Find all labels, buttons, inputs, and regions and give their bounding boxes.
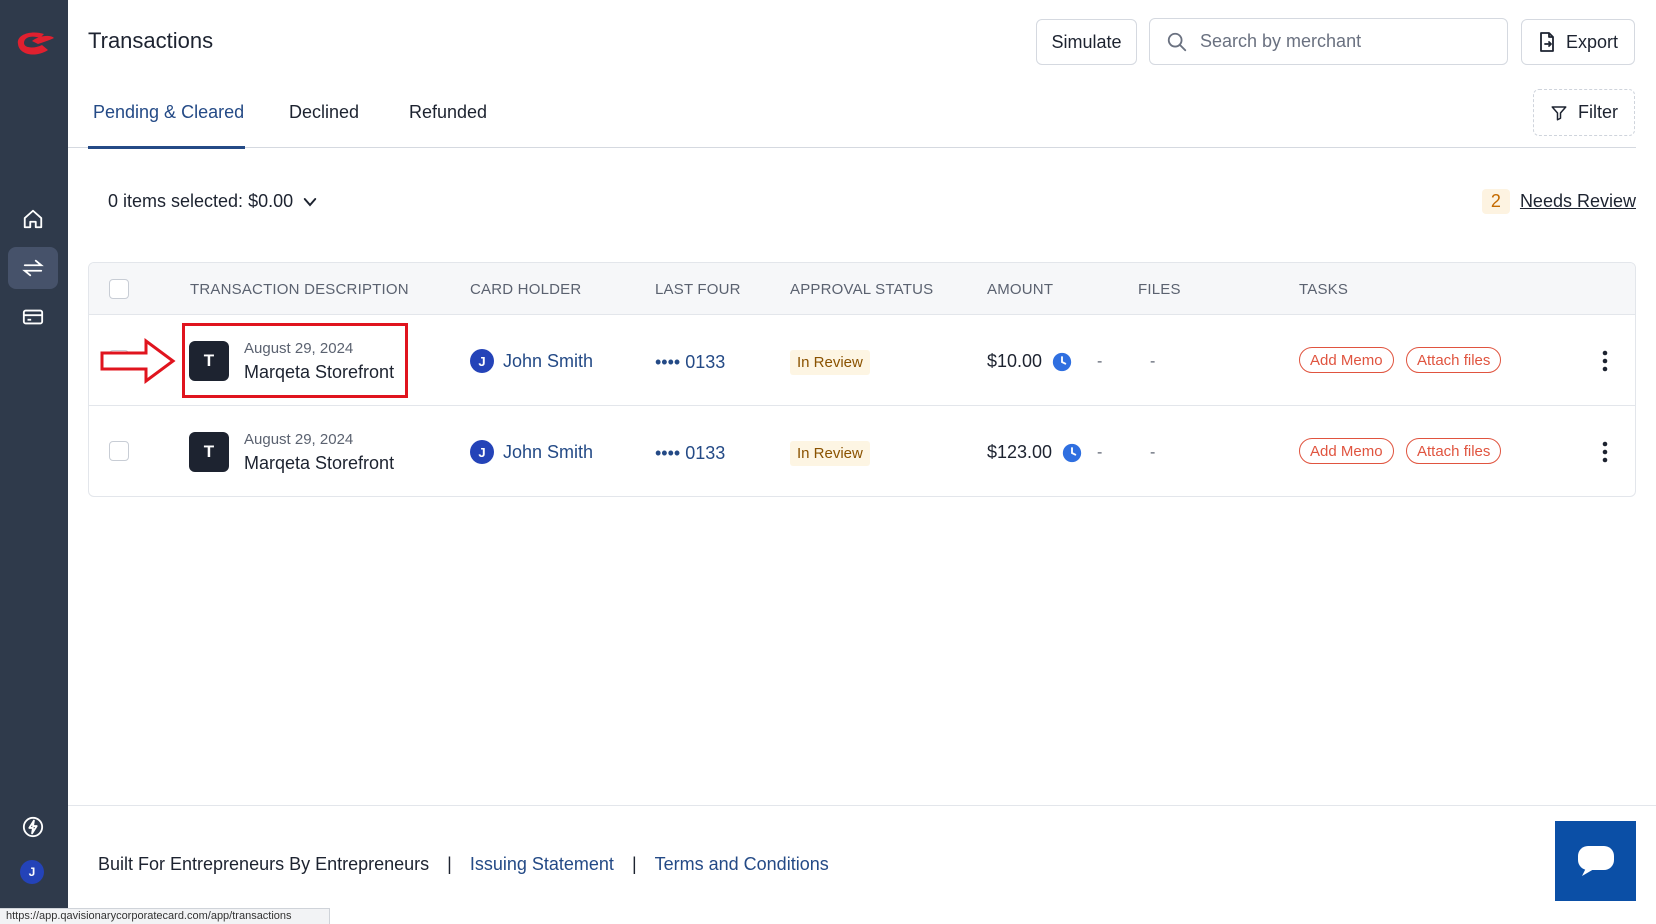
holder-name: John Smith bbox=[503, 441, 594, 462]
files-receipt: - bbox=[1097, 444, 1103, 461]
footer-divider bbox=[68, 805, 1656, 806]
card-holder-link[interactable]: J John Smith bbox=[470, 349, 593, 373]
column-header-approval-status[interactable]: APPROVAL STATUS bbox=[790, 281, 933, 298]
files-count: - bbox=[1150, 444, 1156, 461]
footer-tagline: Built For Entrepreneurs By Entrepreneurs bbox=[98, 854, 430, 874]
sidebar: J bbox=[0, 0, 68, 924]
holder-avatar: J bbox=[470, 349, 494, 373]
attach-files-button[interactable]: Attach files bbox=[1406, 438, 1502, 464]
column-header-files[interactable]: FILES bbox=[1138, 281, 1181, 298]
row-menu-button[interactable] bbox=[1593, 438, 1617, 466]
column-header-tasks[interactable]: TASKS bbox=[1299, 281, 1348, 298]
user-avatar[interactable]: J bbox=[20, 860, 44, 884]
tab-declined[interactable]: Declined bbox=[289, 102, 359, 123]
simulate-button[interactable]: Simulate bbox=[1036, 19, 1137, 65]
active-tab-indicator bbox=[88, 146, 245, 149]
tabs-divider bbox=[68, 147, 1636, 148]
nav-integrations[interactable] bbox=[8, 806, 58, 848]
selection-summary-text: 0 items selected: $0.00 bbox=[108, 191, 294, 211]
column-header-amount[interactable]: AMOUNT bbox=[987, 281, 1053, 298]
row-checkbox[interactable] bbox=[109, 441, 129, 461]
export-button[interactable]: Export bbox=[1521, 19, 1635, 65]
search-input[interactable] bbox=[1200, 31, 1490, 52]
chat-icon bbox=[1577, 846, 1614, 876]
filter-label: Filter bbox=[1578, 102, 1618, 122]
tab-pending-cleared[interactable]: Pending & Cleared bbox=[93, 102, 244, 123]
issuing-statement-link[interactable]: Issuing Statement bbox=[470, 854, 614, 875]
transaction-date: August 29, 2024 bbox=[244, 431, 354, 448]
needs-review-link[interactable]: Needs Review bbox=[1520, 191, 1636, 212]
selection-summary[interactable]: 0 items selected: $0.00 bbox=[108, 191, 319, 212]
row-menu-button[interactable] bbox=[1593, 347, 1617, 375]
filter-icon bbox=[1551, 105, 1567, 120]
amount: $123.00 bbox=[987, 442, 1082, 463]
nav-cards[interactable] bbox=[8, 296, 58, 338]
nav-home[interactable] bbox=[8, 198, 58, 240]
status-badge: In Review bbox=[790, 441, 870, 466]
add-memo-button[interactable]: Add Memo bbox=[1299, 347, 1394, 373]
column-header-last-four[interactable]: LAST FOUR bbox=[655, 281, 741, 298]
files-receipt: - bbox=[1097, 353, 1103, 370]
kebab-menu-icon bbox=[1602, 350, 1608, 372]
amount-value: $10.00 bbox=[987, 351, 1043, 371]
table-header: TRANSACTION DESCRIPTION CARD HOLDER LAST… bbox=[89, 263, 1635, 315]
nav-transactions[interactable] bbox=[8, 247, 58, 289]
needs-review: 2 Needs Review bbox=[1481, 189, 1636, 214]
annotation-highlight-box bbox=[182, 323, 408, 398]
footer-separator: | bbox=[447, 854, 452, 874]
column-header-card-holder[interactable]: CARD HOLDER bbox=[470, 281, 581, 298]
table-row[interactable]: T August 29, 2024 Marqeta Storefront J J… bbox=[89, 406, 1635, 496]
merchant-name[interactable]: Marqeta Storefront bbox=[244, 453, 394, 474]
browser-status-url: https://app.qavisionarycorporatecard.com… bbox=[0, 908, 330, 924]
column-header-description[interactable]: TRANSACTION DESCRIPTION bbox=[190, 281, 409, 298]
last-four-link[interactable]: •••• 0133 bbox=[655, 443, 725, 464]
amount: $10.00 bbox=[987, 351, 1072, 372]
card-icon bbox=[22, 309, 44, 325]
terms-link[interactable]: Terms and Conditions bbox=[655, 854, 829, 875]
tab-refunded[interactable]: Refunded bbox=[409, 102, 487, 123]
holder-name: John Smith bbox=[503, 350, 594, 371]
clock-icon[interactable] bbox=[1062, 443, 1082, 463]
select-all-checkbox[interactable] bbox=[109, 279, 129, 299]
holder-avatar: J bbox=[470, 440, 494, 464]
add-memo-button[interactable]: Add Memo bbox=[1299, 438, 1394, 464]
status-badge: In Review bbox=[790, 350, 870, 375]
files-count: - bbox=[1150, 353, 1156, 370]
lightning-icon bbox=[22, 816, 44, 838]
export-label: Export bbox=[1565, 31, 1619, 52]
needs-review-count: 2 bbox=[1481, 189, 1510, 214]
home-icon bbox=[23, 209, 43, 229]
search-icon bbox=[1167, 32, 1187, 51]
amount-value: $123.00 bbox=[987, 442, 1053, 462]
card-holder-link[interactable]: J John Smith bbox=[470, 440, 593, 464]
merchant-avatar: T bbox=[189, 432, 229, 472]
last-four-link[interactable]: •••• 0133 bbox=[655, 352, 725, 373]
brand-logo-icon[interactable] bbox=[10, 22, 56, 62]
chat-launcher-button[interactable] bbox=[1555, 821, 1636, 901]
filter-button[interactable]: Filter bbox=[1533, 89, 1635, 136]
file-export-icon bbox=[1540, 32, 1554, 52]
footer: Built For Entrepreneurs By Entrepreneurs… bbox=[98, 854, 829, 875]
page-title: Transactions bbox=[88, 28, 214, 53]
transfer-arrows-icon bbox=[22, 259, 44, 277]
chevron-down-icon bbox=[303, 197, 317, 206]
clock-icon[interactable] bbox=[1052, 352, 1072, 372]
attach-files-button[interactable]: Attach files bbox=[1406, 347, 1502, 373]
annotation-arrow-icon bbox=[100, 338, 176, 384]
footer-separator: | bbox=[631, 854, 637, 874]
search-box[interactable] bbox=[1149, 18, 1508, 65]
kebab-menu-icon bbox=[1602, 441, 1608, 463]
